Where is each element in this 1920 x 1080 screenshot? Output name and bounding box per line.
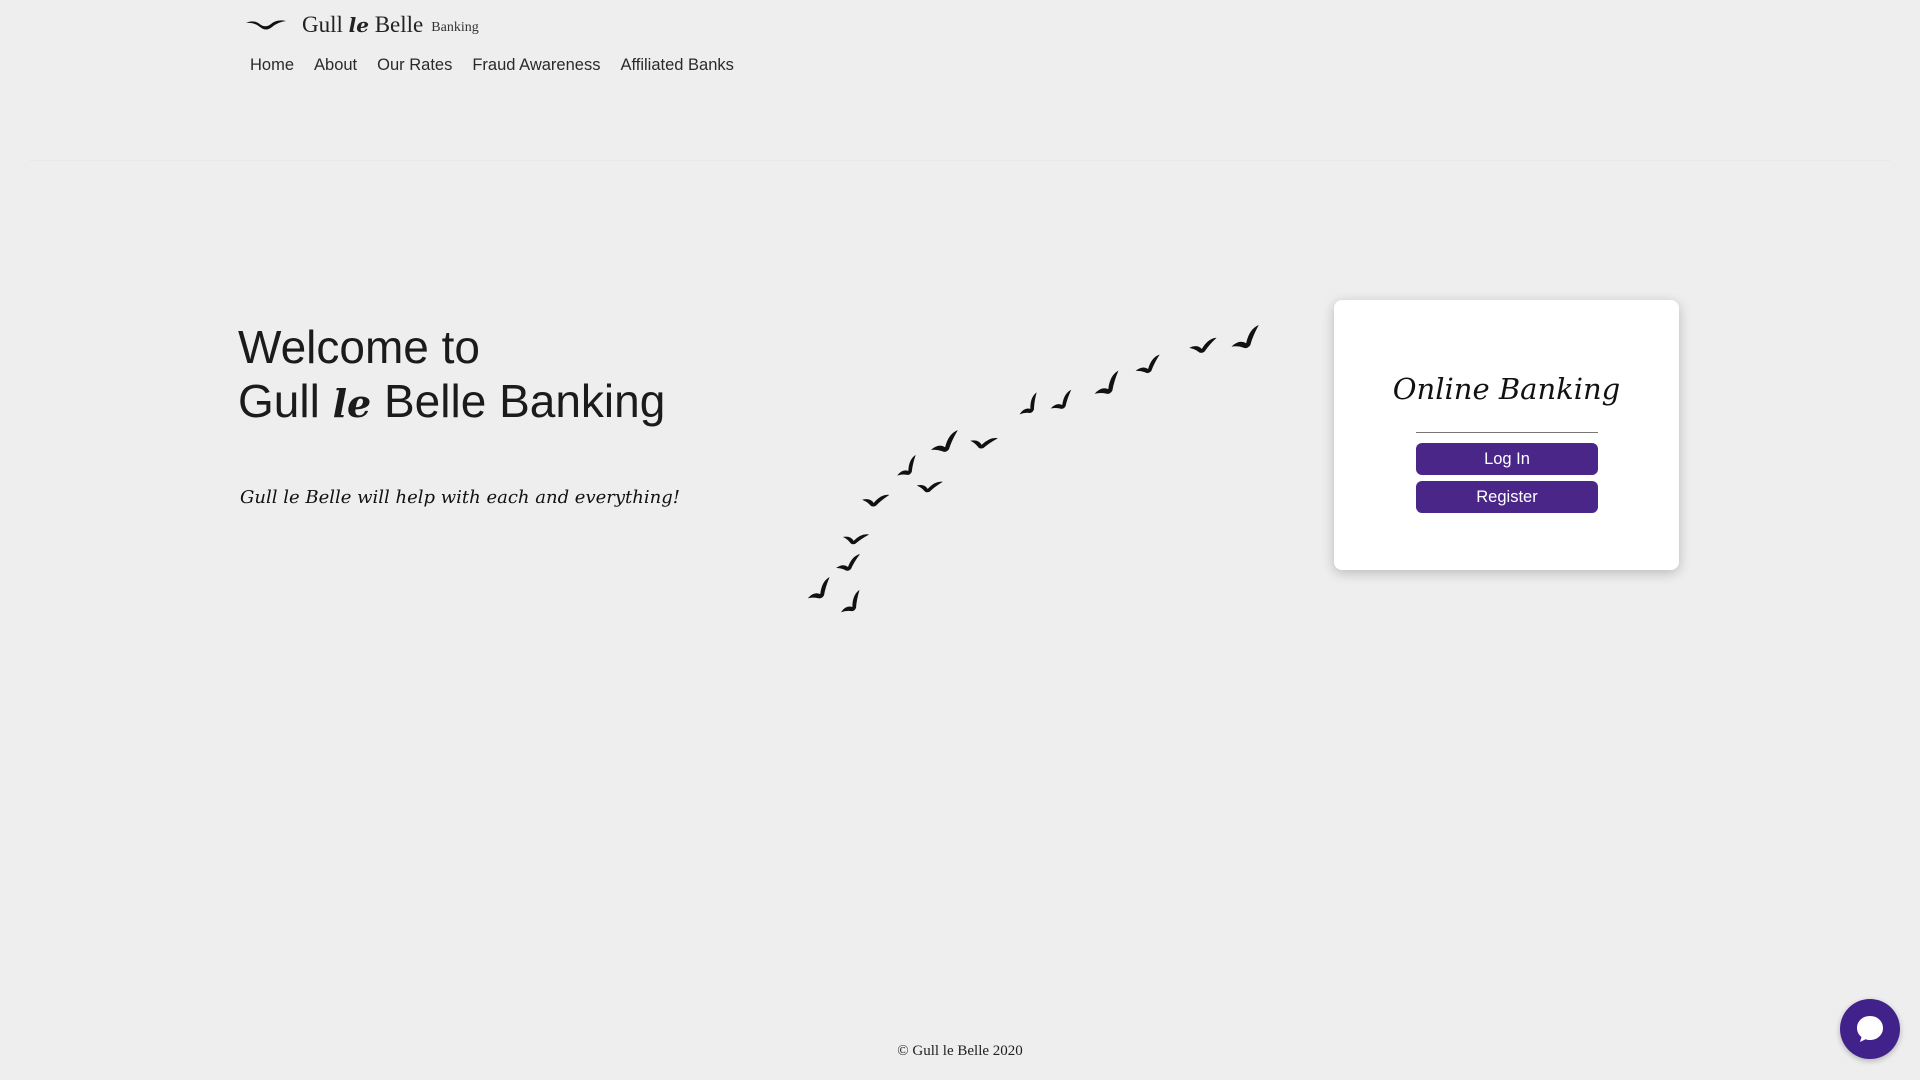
brand-name-part1: Gull xyxy=(302,12,343,37)
header-divider xyxy=(30,160,1890,161)
online-banking-card: Online Banking Log In Register xyxy=(1334,300,1679,570)
brand-name-script: le xyxy=(348,13,369,37)
chat-button[interactable] xyxy=(1840,999,1900,1059)
tagline: Gull le Belle will help with each and ev… xyxy=(240,487,680,508)
log-in-button[interactable]: Log In xyxy=(1416,443,1598,475)
nav-item-our-rates[interactable]: Our Rates xyxy=(377,56,452,75)
online-banking-title: Online Banking xyxy=(1392,372,1621,406)
welcome-line2-script: le xyxy=(332,381,372,426)
welcome-heading: Welcome to Gull le Belle Banking xyxy=(238,320,665,431)
nav-item-fraud-awareness[interactable]: Fraud Awareness xyxy=(472,56,600,75)
brand-name: Gull le Belle xyxy=(302,12,423,38)
nav-item-home[interactable]: Home xyxy=(250,56,294,75)
welcome-line1: Welcome to xyxy=(238,321,481,373)
brand[interactable]: Gull le Belle Banking xyxy=(244,12,479,38)
nav-item-affiliated-banks[interactable]: Affiliated Banks xyxy=(620,56,733,75)
welcome-line2-part2: Belle Banking xyxy=(384,375,666,427)
chat-bubble-icon xyxy=(1857,1016,1883,1042)
flock-of-birds-icon xyxy=(803,325,1262,616)
card-divider xyxy=(1416,432,1598,433)
seagull-icon xyxy=(246,20,286,30)
welcome-line2-part1: Gull xyxy=(238,375,320,427)
nav-item-about[interactable]: About xyxy=(314,56,357,75)
register-button[interactable]: Register xyxy=(1416,481,1598,513)
brand-name-part2: Belle xyxy=(374,12,424,37)
brand-subtitle: Banking xyxy=(431,20,479,35)
footer-copyright: © Gull le Belle 2020 xyxy=(897,1043,1023,1059)
main-nav: Home About Our Rates Fraud Awareness Aff… xyxy=(250,56,734,75)
